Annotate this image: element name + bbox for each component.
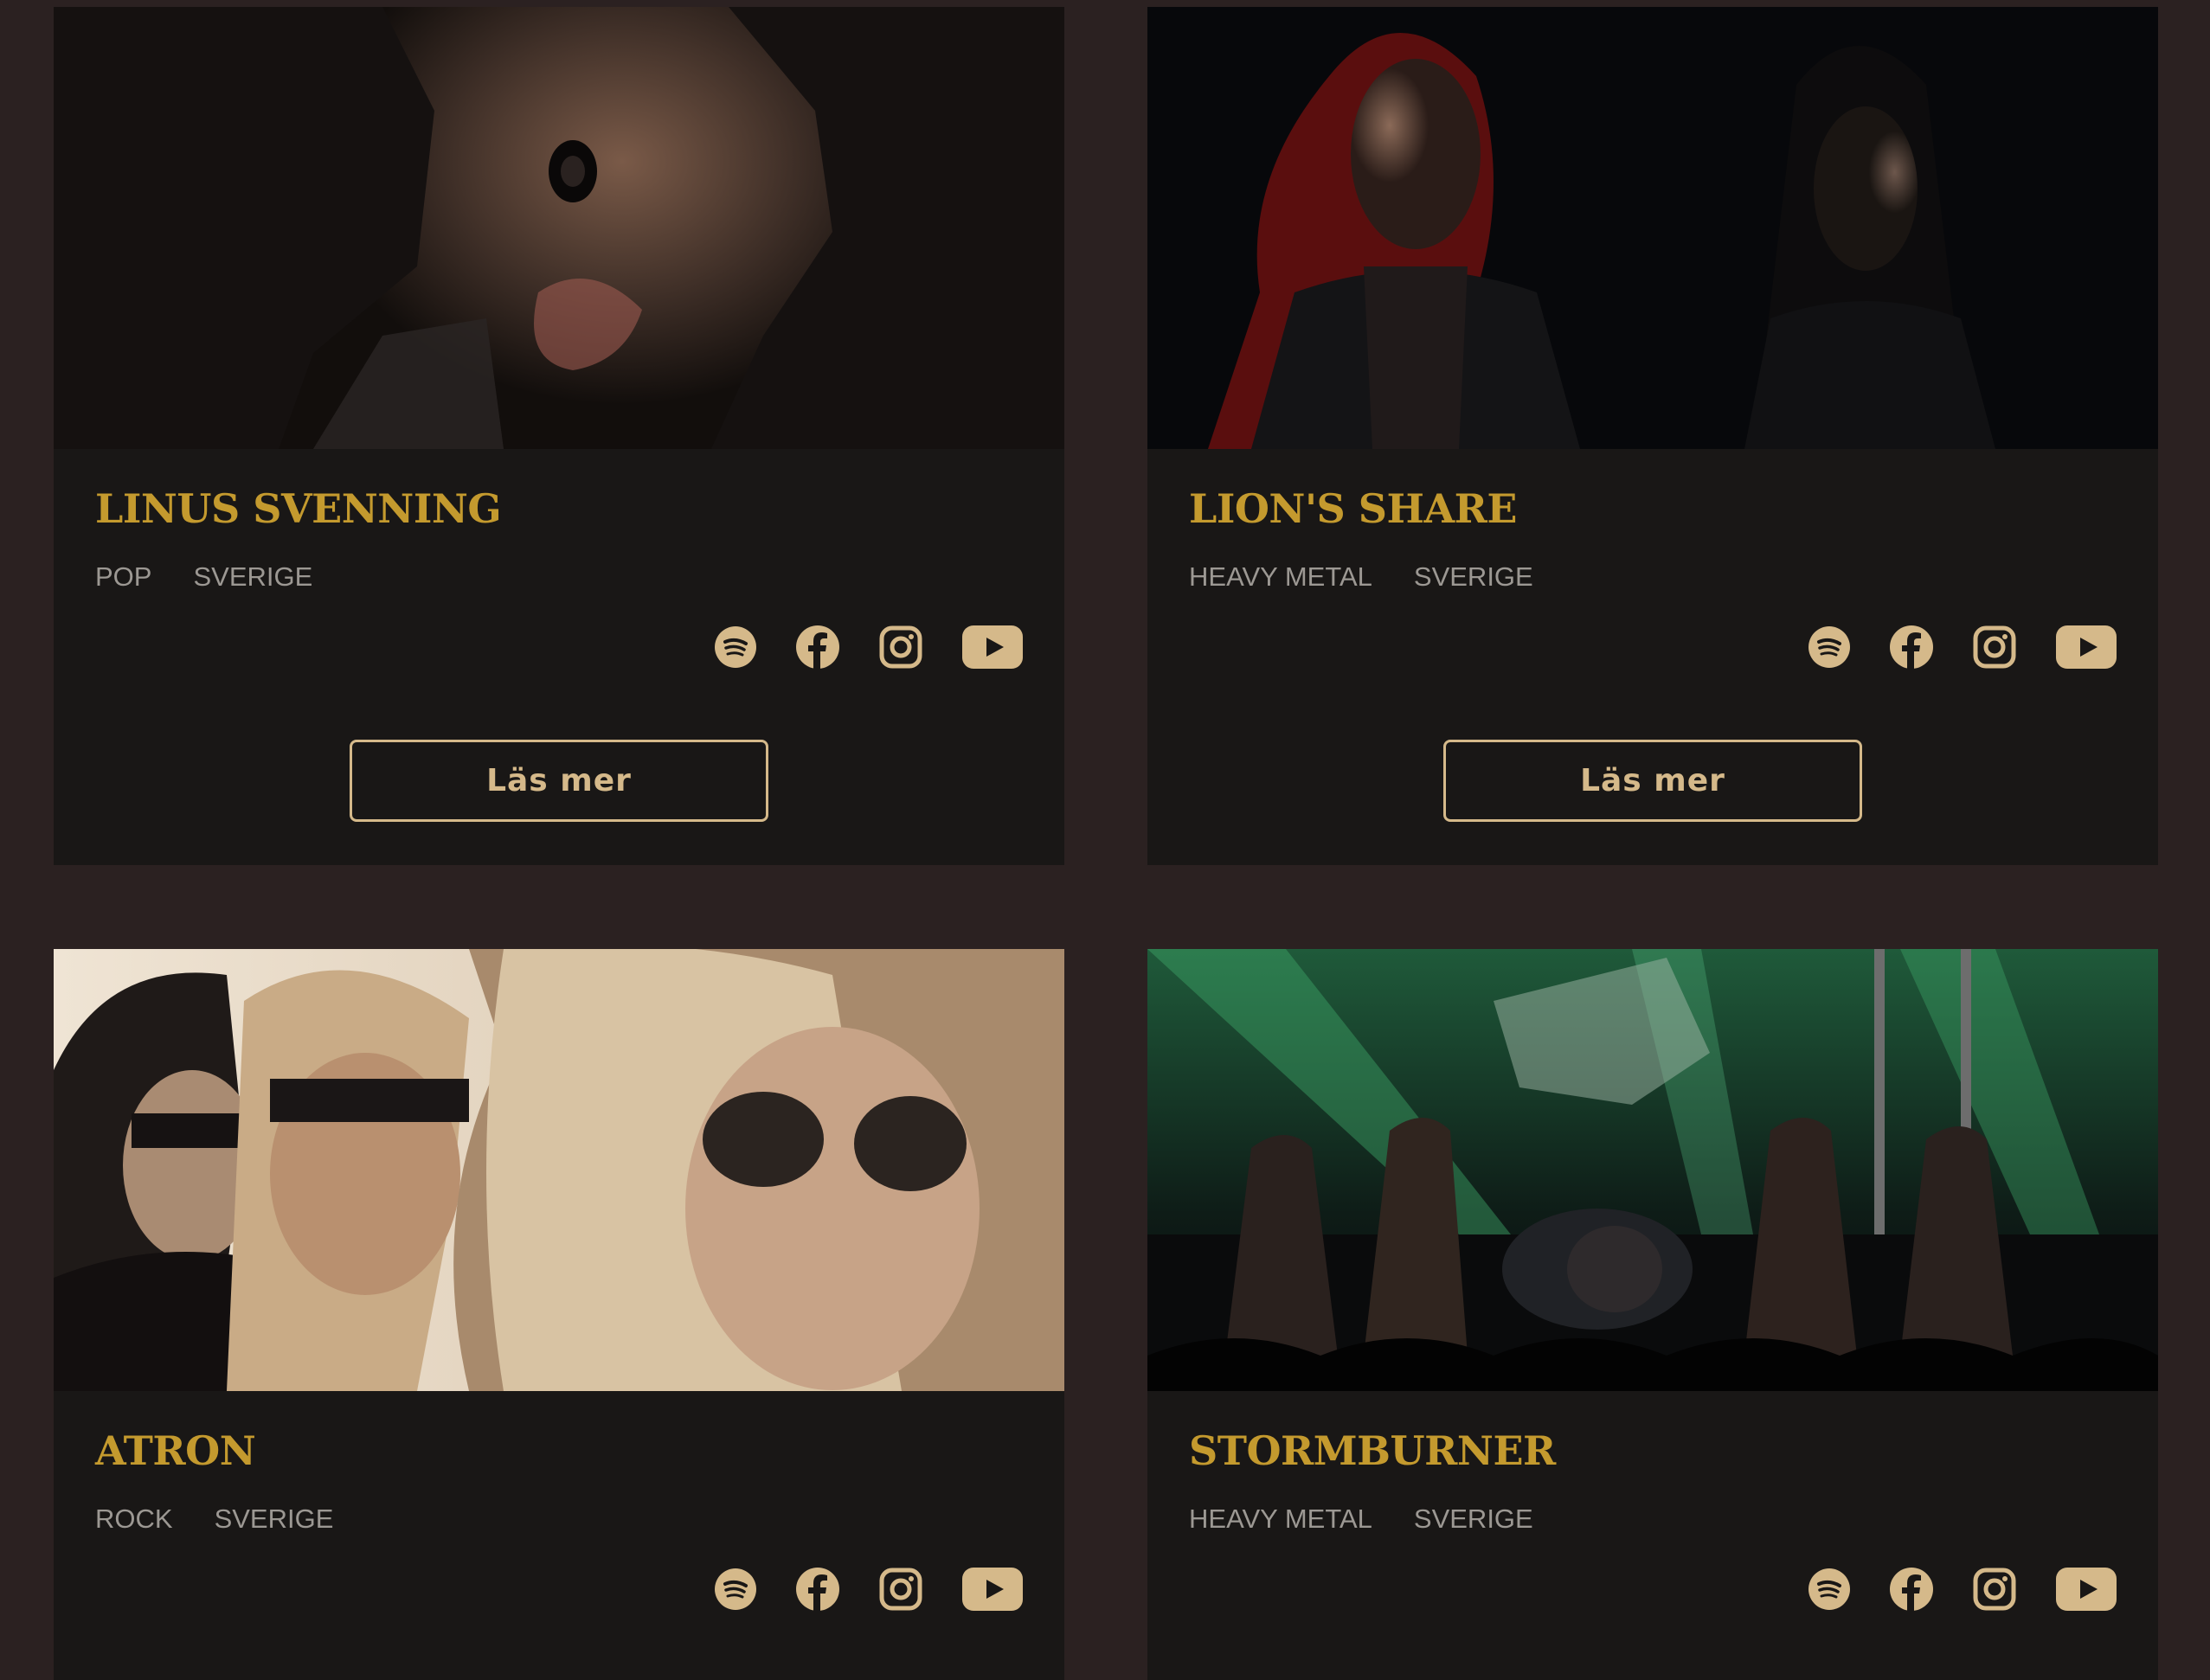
artist-card: ATRON ROCK SVERIGE [54, 949, 1064, 1680]
instagram-icon[interactable] [879, 1568, 922, 1611]
read-more-button[interactable]: Läs mer [1443, 740, 1862, 822]
social-links [1808, 625, 2117, 669]
facebook-icon[interactable] [1890, 625, 1933, 669]
genre-tag: HEAVY METAL [1189, 561, 1372, 592]
artist-photo[interactable] [54, 7, 1064, 449]
social-links [715, 1568, 1023, 1611]
artist-photo-image [54, 949, 1064, 1391]
spotify-icon[interactable] [1808, 1568, 1850, 1610]
artist-photo[interactable] [1147, 949, 2158, 1391]
artist-photo-image [1147, 949, 2158, 1391]
instagram-icon[interactable] [879, 625, 922, 669]
spotify-icon[interactable] [715, 626, 756, 668]
genre-tag: HEAVY METAL [1189, 1504, 1372, 1534]
artist-photo[interactable] [1147, 7, 2158, 449]
facebook-icon[interactable] [796, 625, 839, 669]
instagram-icon[interactable] [1973, 625, 2016, 669]
artist-photo[interactable] [54, 949, 1064, 1391]
artist-name[interactable]: LION'S SHARE [1189, 485, 1517, 532]
artist-tags: HEAVY METAL SVERIGE [1189, 1504, 1533, 1535]
genre-tag: POP [95, 561, 152, 592]
instagram-icon[interactable] [1973, 1568, 2016, 1611]
artist-tags: ROCK SVERIGE [95, 1504, 333, 1535]
spotify-icon[interactable] [1808, 626, 1850, 668]
artist-photo-image [1147, 7, 2158, 449]
artist-photo-image [54, 7, 1064, 449]
artist-name[interactable]: ATRON [95, 1427, 256, 1474]
artist-card: STORMBURNER HEAVY METAL SVERIGE [1147, 949, 2158, 1680]
spotify-icon[interactable] [715, 1568, 756, 1610]
country-tag: SVERIGE [214, 1504, 334, 1534]
facebook-icon[interactable] [796, 1568, 839, 1611]
artist-name[interactable]: LINUS SVENNING [95, 485, 502, 532]
youtube-icon[interactable] [2056, 625, 2117, 669]
social-links [1808, 1568, 2117, 1611]
youtube-icon[interactable] [962, 1568, 1023, 1611]
country-tag: SVERIGE [193, 561, 313, 592]
artist-card: LION'S SHARE HEAVY METAL SVERIGE Läs mer [1147, 7, 2158, 865]
artist-grid: LINUS SVENNING POP SVERIGE Läs mer LION'… [0, 0, 2210, 1680]
artist-card: LINUS SVENNING POP SVERIGE Läs mer [54, 7, 1064, 865]
artist-name[interactable]: STORMBURNER [1189, 1427, 1556, 1474]
artist-tags: HEAVY METAL SVERIGE [1189, 561, 1533, 593]
artist-tags: POP SVERIGE [95, 561, 312, 593]
youtube-icon[interactable] [962, 625, 1023, 669]
facebook-icon[interactable] [1890, 1568, 1933, 1611]
country-tag: SVERIGE [1413, 561, 1533, 592]
genre-tag: ROCK [95, 1504, 173, 1534]
youtube-icon[interactable] [2056, 1568, 2117, 1611]
social-links [715, 625, 1023, 669]
country-tag: SVERIGE [1413, 1504, 1533, 1534]
read-more-button[interactable]: Läs mer [350, 740, 768, 822]
